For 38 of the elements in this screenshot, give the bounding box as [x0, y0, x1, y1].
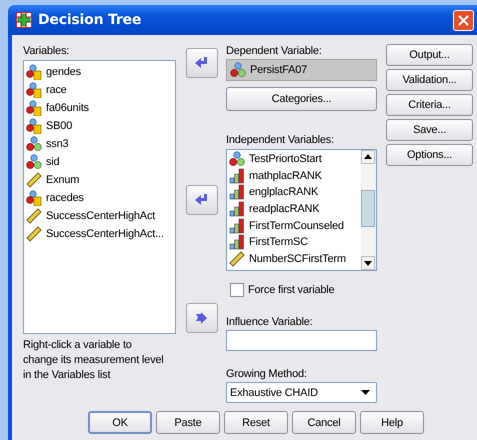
variable-item[interactable]: gendes	[26, 63, 175, 81]
variable-item[interactable]: SuccessCenterHighAct...	[26, 225, 175, 243]
dialog-button[interactable]: Help	[360, 411, 424, 434]
variable-item[interactable]: fa06units	[26, 99, 175, 117]
dialog-button[interactable]: OK	[88, 411, 152, 434]
growing-method-label: Growing Method:	[226, 367, 308, 381]
variable-item[interactable]: NumberSCFirstTerm	[229, 250, 361, 268]
variable-item[interactable]: mathplacRANK	[229, 168, 361, 184]
dependent-variable-label: Dependent Variable:	[226, 44, 323, 58]
variable-item[interactable]: FirstTermCounseled	[229, 217, 361, 234]
dialog-button[interactable]: Reset	[224, 411, 288, 434]
variables-label: Variables:	[23, 44, 70, 58]
variable-item[interactable]: Exnum	[26, 171, 175, 189]
influence-variable-label: Influence Variable:	[226, 315, 314, 329]
dependent-variable-field[interactable]: PersistFA07	[226, 59, 377, 81]
variable-item[interactable]: SB00	[26, 117, 175, 135]
dialog-button[interactable]: Cancel	[292, 411, 356, 434]
checkbox-label: Force first variable	[248, 284, 334, 296]
variable-item[interactable]: race	[26, 81, 175, 99]
variable-item[interactable]: readplacRANK	[229, 200, 361, 218]
dialog-button[interactable]: Output...	[386, 44, 473, 66]
growing-method-dropdown[interactable]: Exhaustive CHAID	[226, 382, 377, 403]
variable-item[interactable]: TestPriortoStart	[229, 151, 361, 168]
categories-button[interactable]: Categories...	[226, 87, 377, 111]
help-text: Right-click a variable to change its measurement level in the Variables list	[23, 338, 165, 383]
variable-item[interactable]: SuccessCenterHighAct	[26, 207, 175, 225]
variable-item[interactable]: ssn3	[26, 135, 175, 153]
dialog-button[interactable]: Validation...	[386, 69, 473, 91]
dialog-button[interactable]: Options...	[386, 144, 473, 166]
variable-item[interactable]: englplacRANK	[229, 184, 361, 201]
dialog-button[interactable]: Criteria...	[386, 94, 473, 116]
dialog-button[interactable]: Save...	[386, 119, 473, 141]
variable-item[interactable]: FirstTermSC	[229, 234, 361, 251]
dialog-button[interactable]: Paste	[156, 411, 220, 434]
variable-item[interactable]: sid	[26, 153, 175, 171]
variable-item[interactable]: racedes	[26, 189, 175, 207]
independent-variables-label: Independent Variables:	[226, 133, 335, 147]
window-title: Decision Tree	[38, 12, 142, 28]
